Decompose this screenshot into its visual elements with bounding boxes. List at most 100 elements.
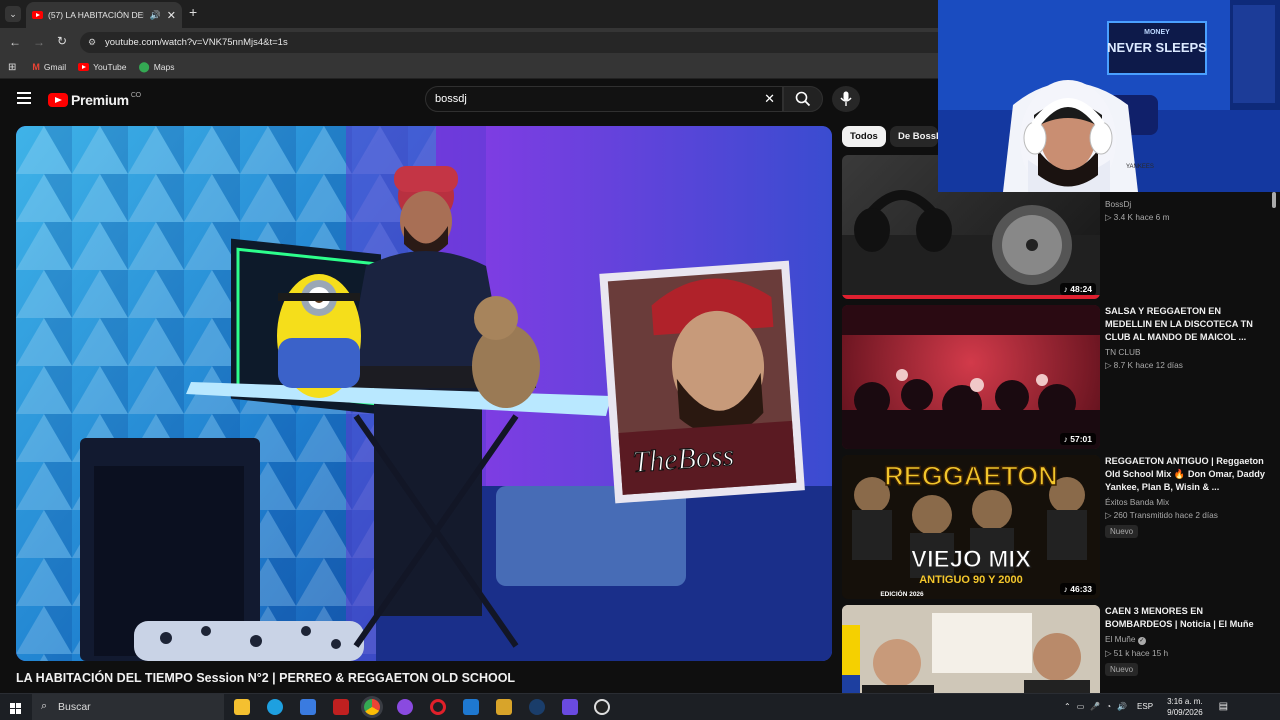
logo-region: CO — [130, 91, 141, 99]
system-tray: ⌃ ▭ 🎤 ◔ 🔊 ESP 3:16 a. m. 9/09/2026 ▤ — [1064, 693, 1228, 720]
club-crowd-thumbnail — [842, 305, 1100, 449]
search-query: bossdj — [435, 93, 467, 105]
notifications-icon[interactable]: ▤ — [1219, 701, 1228, 712]
chip-de-bossdj[interactable]: De BossD — [890, 126, 938, 147]
channel-name[interactable]: El Muñe ✓ — [1105, 634, 1265, 645]
voice-search-button[interactable] — [832, 86, 860, 112]
news-app-icon[interactable] — [333, 699, 349, 715]
video-frame: TheBoss — [16, 126, 832, 661]
clear-search-icon[interactable]: ✕ — [764, 91, 775, 107]
bookmark-youtube[interactable]: YouTube — [78, 62, 127, 72]
volume-icon[interactable]: 🔊 — [1117, 702, 1127, 711]
site-info-icon[interactable]: ⚙ — [88, 37, 96, 48]
duration-text: 57:01 — [1070, 434, 1092, 444]
youtube-premium-logo[interactable]: Premium CO — [48, 92, 141, 108]
menu-icon[interactable] — [17, 92, 31, 104]
channel-name[interactable]: TN CLUB — [1105, 347, 1265, 357]
tab-search-button[interactable]: ⌄ — [5, 6, 21, 22]
logo-text: Premium — [71, 92, 129, 108]
sign-top-text: MONEY — [1144, 29, 1170, 36]
chip-label: Todos — [850, 131, 878, 142]
video-player[interactable]: TheBoss — [16, 126, 832, 661]
channel-name[interactable]: Éxitos Banda Mix — [1105, 497, 1265, 507]
bookmark-label: YouTube — [93, 62, 127, 72]
channel-name[interactable]: BossDj — [1105, 199, 1265, 209]
webcam-feed: MONEY NEVER SLEEPS YANKEES — [938, 0, 1280, 192]
video-info: SALSA Y REGGAETON EN MEDELLIN EN LA DISC… — [1105, 305, 1265, 370]
apps-grid-icon[interactable]: ⊞ — [8, 62, 16, 73]
taskbar-search[interactable]: ⌕ Buscar — [32, 694, 224, 720]
file-explorer-icon[interactable] — [234, 699, 250, 715]
video-meta: ▷ 260 Transmitido hace 2 días — [1105, 510, 1218, 520]
bookmark-gmail[interactable]: M Gmail — [32, 62, 66, 72]
video-info: REGGAETON ANTIGUO | Reggaeton Old School… — [1105, 455, 1265, 539]
video-title[interactable]: SALSA Y REGGAETON EN MEDELLIN EN LA DISC… — [1105, 305, 1265, 344]
video-info: CAEN 3 MENORES EN BOMBARDEOS | Noticia |… — [1105, 605, 1265, 677]
thumb-sub: ANTIGUO 90 Y 2000 — [919, 574, 1023, 586]
clock-time: 3:16 a. m. — [1167, 696, 1203, 706]
thumb-edition: EDICIÓN 2026 — [880, 589, 924, 598]
clock[interactable]: 3:16 a. m. 9/09/2026 — [1167, 696, 1203, 718]
bookmark-label: Maps — [153, 62, 175, 72]
edge-icon[interactable] — [267, 699, 283, 715]
recommendation-item[interactable]: CAEN 3 MENORES EN BOMBARDEOS | Noticia |… — [842, 605, 1272, 693]
thumb-title: REGGAETON — [884, 461, 1058, 491]
start-button[interactable] — [10, 701, 21, 714]
search-input[interactable]: bossdj ✕ — [425, 86, 783, 112]
chip-todos[interactable]: Todos — [842, 126, 886, 147]
chrome-icon[interactable] — [364, 699, 380, 715]
video-title[interactable]: REGGAETON ANTIGUO | Reggaeton Old School… — [1105, 455, 1265, 494]
app-grid-icon[interactable] — [300, 699, 316, 715]
video-title[interactable]: CAEN 3 MENORES EN BOMBARDEOS | Noticia |… — [1105, 605, 1265, 631]
tray-overflow-icon[interactable]: ⌃ — [1064, 702, 1071, 711]
search-button[interactable] — [783, 86, 823, 112]
windows-icon — [10, 703, 21, 714]
bookmark-label: Gmail — [43, 62, 67, 72]
youtube-logo-icon — [48, 93, 68, 107]
new-badge: Nuevo — [1105, 525, 1139, 538]
recorder-icon[interactable] — [594, 699, 610, 715]
wifi-icon[interactable]: ◔ — [1106, 702, 1111, 711]
back-icon[interactable]: ← — [9, 35, 21, 49]
headphone-text: YANKEES — [1126, 164, 1154, 170]
new-tab-button[interactable]: + — [189, 4, 197, 20]
video-title: LA HABITACIÓN DEL TIEMPO Session N°2 | P… — [16, 671, 516, 685]
verified-icon: ✓ — [1137, 637, 1146, 645]
bookmark-maps[interactable]: ⬤ Maps — [139, 62, 175, 73]
reggaeton-mix-thumbnail: REGGAETON VIEJO MIX ANTIGUO 90 Y 2000 ED… — [842, 455, 1100, 599]
clock-date: 9/09/2026 — [1167, 707, 1203, 717]
video-info: BossDj ▷ 3.4 K hace 6 m — [1105, 196, 1265, 222]
steam-icon[interactable] — [529, 699, 545, 715]
thumb-mix: VIEJO MIX — [911, 546, 1031, 573]
sidebar-scrollbar[interactable] — [1272, 192, 1276, 208]
language-indicator[interactable]: ESP — [1137, 702, 1153, 711]
gamepad-icon[interactable] — [562, 699, 578, 715]
video-thumbnail[interactable]: REGGAETON VIEJO MIX ANTIGUO 90 Y 2000 ED… — [842, 455, 1100, 599]
tab-close-icon[interactable]: ✕ — [167, 9, 176, 22]
app-pubg-icon[interactable] — [496, 699, 512, 715]
webcam-overlay: MONEY NEVER SLEEPS YANKEES — [938, 0, 1280, 192]
network-icon[interactable]: ▭ — [1077, 702, 1085, 711]
opera-icon[interactable] — [430, 699, 446, 715]
video-thumbnail[interactable]: ♪ 57:01 — [842, 305, 1100, 449]
forward-icon[interactable]: → — [33, 35, 45, 49]
gmail-icon: M — [32, 62, 40, 72]
url-text: youtube.com/watch?v=VNK75nnMjs4&t=1s — [105, 37, 288, 48]
video-thumbnail[interactable] — [842, 605, 1100, 693]
app-purple-icon[interactable] — [397, 699, 413, 715]
mail-icon[interactable] — [463, 699, 479, 715]
address-bar[interactable]: ⚙ youtube.com/watch?v=VNK75nnMjs4&t=1s — [80, 32, 960, 53]
search-placeholder: Buscar — [58, 701, 91, 713]
duration-text: 46:33 — [1070, 584, 1092, 594]
duration-badge: ♪ 48:24 — [1059, 283, 1096, 295]
duration-badge: ♪ 57:01 — [1059, 433, 1096, 445]
microphone-tray-icon[interactable]: 🎤 — [1090, 702, 1100, 711]
recommendation-item[interactable]: REGGAETON VIEJO MIX ANTIGUO 90 Y 2000 ED… — [842, 455, 1272, 599]
channel-label: El Muñe — [1105, 634, 1136, 644]
microphone-icon — [840, 91, 852, 106]
recommendation-item[interactable]: ♪ 57:01 SALSA Y REGGAETON EN MEDELLIN EN… — [842, 305, 1272, 449]
browser-tab-active[interactable]: (57) LA HABITACIÓN DEL TI 🔊 ✕ — [26, 2, 182, 28]
search-icon — [795, 91, 811, 107]
reload-icon[interactable]: ↻ — [57, 34, 67, 48]
audio-playing-icon[interactable]: 🔊 — [150, 10, 161, 21]
